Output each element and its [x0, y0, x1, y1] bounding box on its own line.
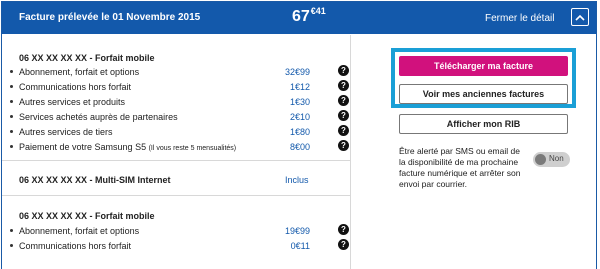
divider [2, 160, 351, 161]
line-label: Communications hors forfait [19, 82, 132, 92]
line-item: Autres services de tiers 1€80 ? [8, 125, 349, 139]
bullet [10, 145, 13, 148]
alert-toggle[interactable]: Non [533, 152, 570, 167]
line-item: Services achetés auprès de partenaires 2… [8, 110, 349, 124]
line-label: Paiement de votre Samsung S5 (Il vous re… [19, 142, 236, 152]
invoice-header: Facture prélevée le 01 Novembre 2015 67€… [2, 2, 596, 34]
line-value: 1€80 [289, 127, 310, 137]
bullet [10, 115, 13, 118]
line-item: Paiement de votre Samsung S5 (Il vous re… [8, 140, 349, 154]
line-label: Abonnement, forfait et options [19, 67, 140, 77]
line-value: 1€12 [289, 82, 310, 92]
invoice-title: Facture prélevée le 01 Novembre 2015 [19, 12, 201, 23]
line-value: 1€30 [289, 97, 310, 107]
toggle-label: Non [549, 154, 564, 163]
help-icon[interactable]: ? [338, 224, 349, 235]
bullet [10, 100, 13, 103]
line-note: (Il vous reste 5 mensualités) [148, 145, 237, 152]
line-item: Abonnement, forfait et options 32€99 ? [8, 65, 349, 79]
line-label: Autres services et produits [19, 97, 126, 107]
actions-panel: Télécharger ma facture Voir mes ancienne… [352, 35, 596, 269]
line-label: Services achetés auprès de partenaires [19, 112, 178, 122]
line-item: Communications hors forfait 0€11 ? [8, 239, 349, 253]
alert-description: Être alerté par SMS ou email de la dispo… [399, 146, 521, 189]
help-icon[interactable]: ? [338, 65, 349, 76]
help-icon[interactable]: ? [338, 110, 349, 121]
line-item: Communications hors forfait 1€12 ? [8, 80, 349, 94]
section-title: 06 XX XX XX XX - Multi-SIM Internet [19, 175, 171, 185]
older-invoices-button[interactable]: Voir mes anciennes factures [399, 84, 568, 104]
line-value: 2€10 [289, 112, 310, 122]
line-value: 0€11 [290, 241, 310, 251]
line-value: 19€99 [284, 226, 310, 236]
line-label-text: Paiement de votre Samsung S5 [19, 142, 147, 152]
line-value: 8€00 [289, 142, 310, 152]
line-label: Communications hors forfait [19, 241, 132, 251]
bullet [10, 229, 13, 232]
chevron-up-icon [575, 14, 585, 21]
section-title: 06 XX XX XX XX - Forfait mobile [19, 211, 155, 221]
close-detail-link[interactable]: Fermer le détail [485, 13, 554, 24]
help-icon[interactable]: ? [338, 125, 349, 136]
help-icon[interactable]: ? [338, 239, 349, 250]
help-icon[interactable]: ? [338, 95, 349, 106]
invoice-amount: 67€41 [292, 6, 326, 26]
line-value: Inclus [285, 175, 309, 185]
help-icon[interactable]: ? [338, 80, 349, 91]
bullet [10, 70, 13, 73]
toggle-knob [535, 154, 546, 165]
invoice-lines: 06 XX XX XX XX - Forfait mobile Abonneme… [2, 35, 351, 269]
amount-main: 67 [292, 8, 310, 25]
bullet [10, 244, 13, 247]
show-rib-button[interactable]: Afficher mon RIB [399, 114, 568, 134]
line-item: Autres services et produits 1€30 ? [8, 95, 349, 109]
divider [2, 195, 351, 196]
line-item: Abonnement, forfait et options 19€99 ? [8, 224, 349, 238]
amount-cents: €41 [310, 6, 326, 16]
section-title: 06 XX XX XX XX - Forfait mobile [19, 53, 155, 63]
line-label: Abonnement, forfait et options [19, 226, 140, 236]
line-value: 32€99 [284, 67, 310, 77]
collapse-button[interactable] [571, 8, 589, 26]
download-invoice-button[interactable]: Télécharger ma facture [399, 56, 568, 76]
bullet [10, 85, 13, 88]
help-icon[interactable]: ? [338, 140, 349, 151]
bullet [10, 130, 13, 133]
invoice-panel: Facture prélevée le 01 Novembre 2015 67€… [1, 1, 597, 269]
line-label: Autres services de tiers [19, 127, 113, 137]
